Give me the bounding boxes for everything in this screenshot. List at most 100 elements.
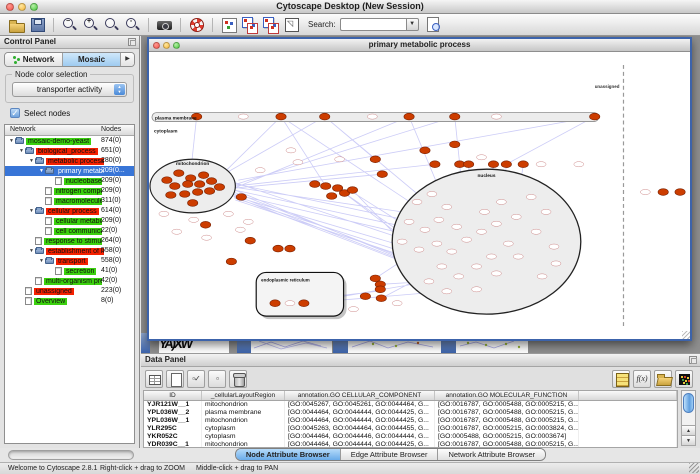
network-window-titlebar[interactable]: primary metabolic process <box>149 39 690 52</box>
table-cell: plasma membrane <box>202 409 285 417</box>
attribute-table: ID_cellularLayoutRegionannotation.GO CEL… <box>143 390 678 448</box>
attribute-list-icon[interactable] <box>612 370 630 388</box>
table-cell <box>579 409 677 417</box>
network-graph[interactable]: plasma membrane cytoplasm mitochondrion … <box>149 52 690 339</box>
search-input[interactable] <box>340 18 406 31</box>
table-row[interactable]: YPL036W__1mitochondrion[GO:0044464, GO:0… <box>144 417 677 425</box>
enhanced-search-icon[interactable] <box>424 16 441 33</box>
app-title: Cytoscape Desktop (New Session) <box>0 1 700 11</box>
cytoscape-app-window: Cytoscape Desktop (New Session) − + ▫ Se… <box>0 0 700 474</box>
tree-column-nodes[interactable]: Nodes <box>101 126 121 133</box>
network-tree-panel: Network Nodes ▼mosaic-demo-yeast874(0)▼b… <box>4 124 135 444</box>
network-tree-row[interactable]: ▼establishment of lo558(0) <box>5 246 134 256</box>
select-nodes-checkbox[interactable]: ✓ <box>10 108 20 118</box>
delete-attribute-icon[interactable] <box>229 370 247 388</box>
network-tree-row[interactable]: unassigned223(0) <box>5 286 134 296</box>
plugin-network-icon-b[interactable] <box>262 16 279 33</box>
zoom-out-icon[interactable]: − <box>61 16 78 33</box>
table-cell: [GO:0045263, GO:0044464, GO:0044455, G..… <box>285 425 435 433</box>
table-cell: [GO:0005488, GO:0005215, GO:0003674] <box>435 433 579 441</box>
network-tree-row[interactable]: Overview8(0) <box>5 296 134 306</box>
table-cell: [GO:0044464, GO:0044446, GO:0044444, G..… <box>285 433 435 441</box>
vizmapper-network-icon[interactable] <box>220 16 237 33</box>
select-all-attributes-icon[interactable]: ▫✓▫✓ <box>187 370 205 388</box>
network-tree-row[interactable]: ▼mosaic-demo-yeast874(0) <box>5 136 134 146</box>
open-session-icon[interactable] <box>8 16 25 33</box>
network-view-title: primary metabolic process <box>149 40 690 49</box>
network-tree-row[interactable]: macromolecule311(0) <box>5 196 134 206</box>
unselect-attributes-icon[interactable]: ▫▫ <box>208 370 226 388</box>
app-resize-grip[interactable] <box>689 463 699 473</box>
network-tree-row[interactable]: ▼transport558(0) <box>5 256 134 266</box>
network-view-window[interactable]: primary metabolic process plasma membran… <box>147 37 692 341</box>
table-cell <box>579 425 677 433</box>
node-color-dropdown[interactable]: transporter activity ▲▼ <box>12 82 127 97</box>
zoom-selected-icon[interactable] <box>103 16 120 33</box>
table-cell: mitochondrion <box>202 417 285 425</box>
table-column-header[interactable] <box>579 391 677 400</box>
toolbar-separator <box>53 18 54 32</box>
node-color-dropdown-value: transporter activity <box>37 85 102 94</box>
network-tree-row[interactable]: ▼metabolic process280(0) <box>5 156 134 166</box>
table-cell <box>579 441 677 448</box>
select-attributes-icon[interactable] <box>145 370 163 388</box>
network-tree-row[interactable]: ▼primary metabo209(0... <box>5 166 134 176</box>
table-row[interactable]: YPL036W__2plasma membrane[GO:0044464, GO… <box>144 409 677 417</box>
table-row[interactable]: YLR295Ccytoplasm[GO:0045263, GO:0044464,… <box>144 425 677 433</box>
tab-overflow-arrow[interactable]: ▶ <box>121 53 134 66</box>
table-row[interactable]: YJR121W__1mitochondrion[GO:0045267, GO:0… <box>144 401 677 409</box>
snapshot-icon[interactable] <box>156 16 173 33</box>
save-session-icon[interactable] <box>29 16 46 33</box>
scrollbar-thumb[interactable] <box>683 393 694 413</box>
table-cell: mitochondrion <box>202 441 285 448</box>
plugin-network-icon-a[interactable] <box>241 16 258 33</box>
attribute-matrix-icon[interactable] <box>675 370 693 388</box>
table-row[interactable]: YDR039C__1mitochondrion[GO:0044464, GO:0… <box>144 441 677 448</box>
create-attribute-icon[interactable] <box>166 370 184 388</box>
table-cell: [GO:0044464, GO:0044444, GO:0044425, G..… <box>285 417 435 425</box>
network-tree-row[interactable]: multi-organism pro42(0) <box>5 276 134 286</box>
search-label: Search: <box>308 20 336 29</box>
table-cell: [GO:0016787, GO:0005488, GO:0005215, G..… <box>435 441 579 448</box>
network-tree-row[interactable]: response to stimulu264(0) <box>5 236 134 246</box>
network-tree-row[interactable]: ▼biological_process651(0) <box>5 146 134 156</box>
help-icon[interactable] <box>188 16 205 33</box>
table-column-header[interactable]: annotation.GO MOLECULAR_FUNCTION <box>435 391 579 400</box>
region-nucleus[interactable] <box>392 169 581 314</box>
tab-network[interactable]: Network <box>5 53 63 66</box>
table-column-header[interactable]: ID <box>144 391 202 400</box>
network-tree-row[interactable]: secretion41(0) <box>5 266 134 276</box>
toolbar-separator <box>180 18 181 32</box>
float-panel-icon[interactable] <box>689 356 697 364</box>
app-titlebar[interactable]: Cytoscape Desktop (New Session) <box>0 0 700 14</box>
table-cell <box>579 433 677 441</box>
view-resize-grip[interactable] <box>682 331 690 339</box>
import-attributes-icon[interactable] <box>654 370 672 388</box>
table-column-header[interactable]: _cellularLayoutRegion <box>202 391 285 400</box>
float-panel-icon[interactable] <box>128 38 136 46</box>
network-tree-row[interactable]: cellular metabol209(0) <box>5 216 134 226</box>
scroll-down-button[interactable]: ▼ <box>682 435 695 445</box>
tree-column-network[interactable]: Network <box>10 126 36 133</box>
network-canvas[interactable]: plasma membrane cytoplasm mitochondrion … <box>149 52 690 339</box>
search-dropdown-arrow[interactable]: ▼ <box>406 18 419 31</box>
network-tree-row[interactable]: cell communicat22(0) <box>5 226 134 236</box>
table-row[interactable]: YKR052Ccytoplasm[GO:0044464, GO:0044446,… <box>144 433 677 441</box>
zoom-fit-icon[interactable]: ▫ <box>124 16 141 33</box>
import-network-icon[interactable] <box>283 16 300 33</box>
table-column-header[interactable]: annotation.GO CELLULAR_COMPONENT <box>285 391 435 400</box>
tab-edge-attribute-browser[interactable]: Edge Attribute Browser <box>341 449 439 460</box>
cytoplasm-label: cytoplasm <box>154 128 178 134</box>
network-tree-row[interactable]: ▼cellular process614(0) <box>5 206 134 216</box>
tab-mosaic[interactable]: Mosaic <box>63 53 121 66</box>
zoom-in-icon[interactable]: + <box>82 16 99 33</box>
function-builder-icon[interactable]: f(x) <box>633 370 651 388</box>
table-scrollbar[interactable]: ▲ ▼ <box>681 390 696 446</box>
scroll-up-button[interactable]: ▲ <box>682 425 695 435</box>
node-color-selection-label: Node color selection <box>12 70 90 79</box>
control-panel-header: Control Panel <box>0 36 139 49</box>
network-tree-row[interactable]: nitrogen compo209(0) <box>5 186 134 196</box>
tab-node-attribute-browser[interactable]: Node Attribute Browser <box>236 449 341 460</box>
tab-network-attribute-browser[interactable]: Network Attribute Browser <box>438 449 545 460</box>
network-tree-row[interactable]: nucleobase-209(0) <box>5 176 134 186</box>
